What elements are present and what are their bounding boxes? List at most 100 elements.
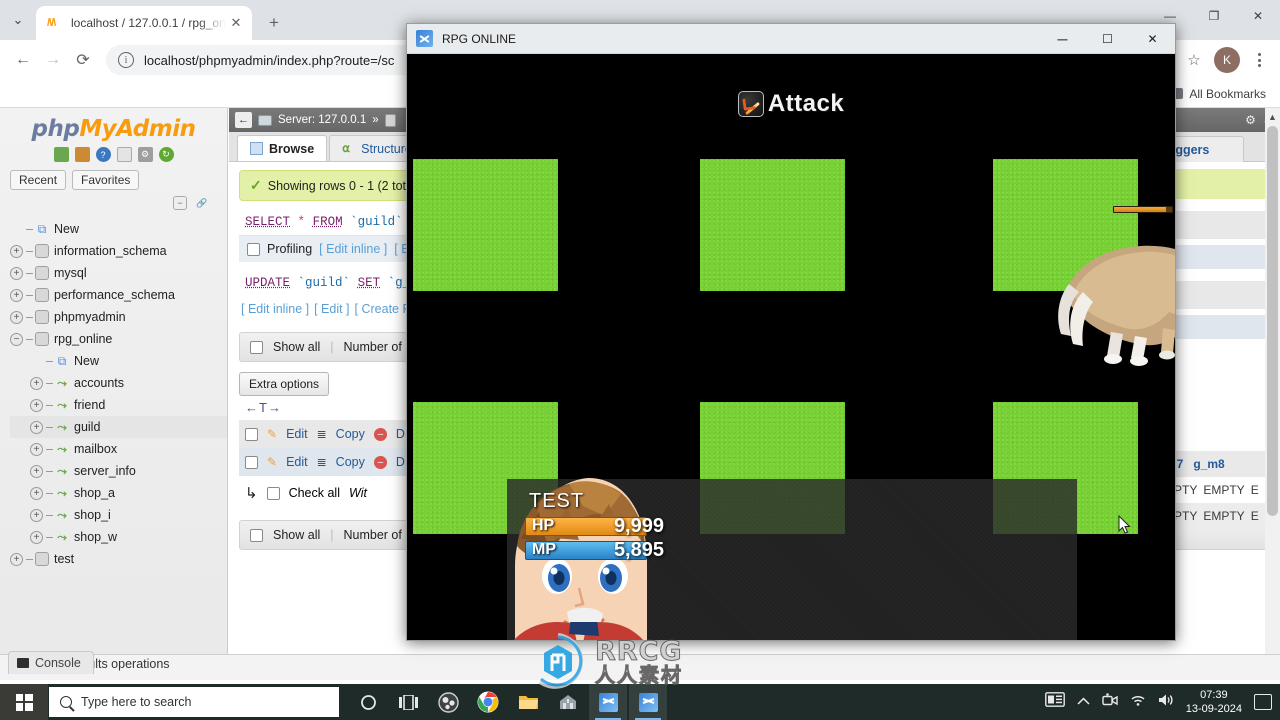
breadcrumb-server[interactable]: Server: 127.0.0.1 (278, 114, 366, 126)
delete-link[interactable]: D (396, 455, 405, 469)
start-button[interactable] (0, 684, 48, 720)
recent-button[interactable]: Recent (10, 170, 67, 190)
expand-icon[interactable]: + (30, 398, 43, 412)
copy-link[interactable]: Copy (336, 455, 365, 469)
expand-icon[interactable]: + (30, 442, 43, 456)
chrome-icon[interactable] (469, 684, 507, 720)
settings-icon[interactable]: ⚙ (1245, 113, 1256, 127)
show-all-checkbox[interactable] (250, 340, 263, 354)
page-scrollbar[interactable]: ▲ ▼ (1265, 108, 1280, 680)
tree-item-test[interactable]: + test (10, 548, 227, 570)
settings-icon[interactable]: ⚙ (137, 147, 153, 162)
collapse-icon[interactable]: − (10, 332, 23, 346)
task-view-icon[interactable] (389, 684, 427, 720)
row-checkbox[interactable] (245, 455, 258, 469)
expand-icon[interactable]: + (10, 266, 23, 280)
expand-icon[interactable]: + (30, 508, 43, 522)
back-icon[interactable]: ← (8, 45, 38, 75)
avatar[interactable]: K (1214, 47, 1240, 73)
new-tab-button[interactable]: + (260, 9, 288, 37)
maximize-icon[interactable]: ☐ (1085, 24, 1130, 54)
forward-icon[interactable]: → (38, 45, 68, 75)
notification-center-icon[interactable] (1254, 694, 1272, 710)
expand-icon[interactable]: + (10, 552, 23, 566)
wifi-icon[interactable] (1130, 693, 1146, 711)
sql-query-icon[interactable] (74, 147, 90, 162)
all-bookmarks-item[interactable]: All Bookmarks (1169, 87, 1266, 101)
favorites-button[interactable]: Favorites (72, 170, 140, 190)
chrome-menu-icon[interactable] (1246, 47, 1272, 73)
reload-icon[interactable]: ⟳ (68, 45, 98, 75)
tree-item-server_info[interactable]: + ⤳ server_info (10, 460, 227, 482)
tree-item-accounts[interactable]: + ⤳ accounts (10, 372, 227, 394)
wolf-enemy-sprite[interactable] (1053, 224, 1175, 366)
tree-item-rpg_online[interactable]: − rpg_online (10, 328, 227, 350)
camera-icon[interactable] (1102, 692, 1118, 712)
tab-browse[interactable]: Browse (237, 135, 328, 161)
tree-item-new[interactable]: ⧉ New (10, 350, 227, 372)
expand-icon[interactable]: + (30, 530, 43, 544)
delete-link[interactable]: D (396, 427, 405, 441)
edit-link[interactable]: [ Edit ] (314, 302, 349, 316)
tree-item-mailbox[interactable]: + ⤳ mailbox (10, 438, 227, 460)
expand-icon[interactable]: + (30, 420, 43, 434)
close-icon[interactable]: ✕ (1236, 0, 1280, 32)
row-checkbox[interactable] (245, 427, 258, 441)
tree-item-information_schema[interactable]: + information_schema (10, 240, 227, 262)
tree-item-guild[interactable]: + ⤳ guild (10, 416, 227, 438)
expand-icon[interactable]: + (30, 376, 43, 390)
tab-search-chevron-icon[interactable]: ⌄ (0, 0, 36, 40)
copy-link[interactable]: Copy (336, 427, 365, 441)
search-input[interactable]: Type here to search (49, 687, 339, 717)
browser-tab[interactable]: /\/\ localhost / 127.0.0.1 / rpg_onlin ✕ (36, 6, 252, 40)
tree-item-shop_w[interactable]: + ⤳ shop_w (10, 526, 227, 548)
edit-inline-link[interactable]: [ Edit inline ] (319, 242, 387, 256)
cortana-icon[interactable] (349, 684, 387, 720)
edit-link[interactable]: Edit (286, 427, 308, 441)
phpmyadmin-logo[interactable]: phpMyAdmin (0, 108, 227, 144)
console-button[interactable]: Console (8, 651, 94, 674)
game-title-bar[interactable]: RPG ONLINE ─ ☐ ✕ (407, 24, 1175, 54)
expand-icon[interactable]: + (30, 464, 43, 478)
help-icon[interactable]: ? (95, 147, 111, 162)
expand-icon[interactable]: + (10, 310, 23, 324)
check-all-checkbox[interactable] (266, 486, 280, 500)
grid-tile[interactable] (700, 159, 845, 291)
home-icon[interactable] (53, 147, 69, 162)
expand-icon[interactable]: + (10, 244, 23, 258)
column-header[interactable]: g_m8 (1193, 457, 1224, 471)
refresh-icon[interactable]: ↻ (158, 147, 174, 162)
tree-item-shop_i[interactable]: + ⤳ shop_i (10, 504, 227, 526)
close-icon[interactable]: ✕ (226, 13, 246, 33)
tree-item-shop_a[interactable]: + ⤳ shop_a (10, 482, 227, 504)
site-info-icon[interactable]: i (118, 52, 134, 68)
edit-link[interactable]: Edit (286, 455, 308, 469)
clock[interactable]: 07:39 13-09-2024 (1186, 688, 1242, 717)
show-hidden-icons-chevron[interactable] (1077, 693, 1090, 711)
profiling-checkbox[interactable] (247, 242, 260, 256)
tree-item-mysql[interactable]: + mysql (10, 262, 227, 284)
obs-icon[interactable] (429, 684, 467, 720)
expand-icon[interactable]: + (10, 288, 23, 302)
back-icon[interactable]: ← (235, 112, 252, 128)
game-canvas[interactable]: Attack TEST HP 9,999 MP 5,895 (407, 54, 1175, 640)
edit-inline-link[interactable]: [ Edit inline ] (241, 302, 309, 316)
extra-options-button[interactable]: Extra options (239, 372, 330, 396)
minimize-icon[interactable]: ─ (1040, 24, 1085, 54)
tree-item-performance_schema[interactable]: + performance_schema (10, 284, 227, 306)
link-icon[interactable]: 🔗 (195, 196, 209, 210)
maximize-icon[interactable]: ❐ (1192, 0, 1236, 32)
close-icon[interactable]: ✕ (1130, 24, 1175, 54)
tree-item-friend[interactable]: + ⤳ friend (10, 394, 227, 416)
docs-icon[interactable] (116, 147, 132, 162)
collapse-icon[interactable]: − (173, 196, 187, 210)
expand-icon[interactable]: + (30, 486, 43, 500)
scroll-up-icon[interactable]: ▲ (1265, 108, 1280, 125)
volume-icon[interactable] (1158, 693, 1174, 712)
show-all-checkbox[interactable] (250, 528, 263, 542)
bookmark-star-icon[interactable]: ☆ (1180, 46, 1208, 74)
news-icon[interactable] (1044, 692, 1065, 712)
tree-item-new[interactable]: ⧉ New (10, 218, 227, 240)
grid-tile[interactable] (413, 159, 558, 291)
tree-item-phpmyadmin[interactable]: + phpmyadmin (10, 306, 227, 328)
